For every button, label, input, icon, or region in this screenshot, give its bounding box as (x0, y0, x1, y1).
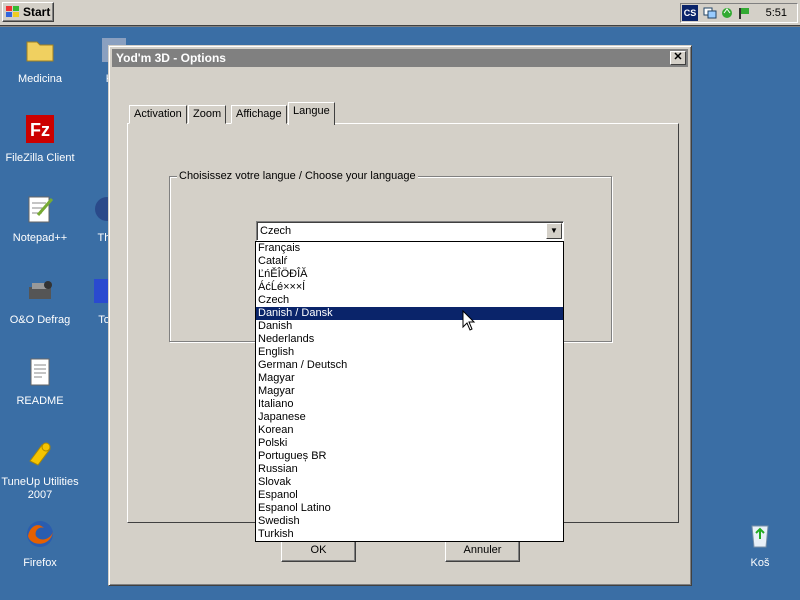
folder-icon (26, 41, 54, 62)
desktop-icon-recycle-bin[interactable]: Koš (720, 518, 800, 570)
combobox-value: Czech (260, 225, 292, 237)
dropdown-option[interactable]: Danish (256, 320, 563, 333)
desktop-icon-tuneup[interactable]: TuneUp Utilities 2007 (0, 437, 80, 502)
tab-langue[interactable]: Langue (288, 102, 335, 125)
desktop-icon-medicina[interactable]: Medicina (0, 34, 80, 86)
dropdown-option[interactable]: Japanese (256, 411, 563, 424)
dropdown-option[interactable]: Korean (256, 424, 563, 437)
taskbar: Start CS 5:51 (0, 0, 800, 27)
ok-button[interactable]: OK (281, 539, 356, 562)
clock[interactable]: 5:51 (766, 7, 787, 19)
close-icon: ✕ (673, 51, 683, 63)
language-combobox[interactable]: Czech ▼ (256, 221, 564, 241)
start-button[interactable]: Start (2, 2, 54, 22)
desktop-icon-label: Medicina (17, 73, 63, 85)
recycle-tray-icon[interactable] (720, 6, 734, 20)
dropdown-option[interactable]: Nederlands (256, 333, 563, 346)
dropdown-option[interactable]: Czech (256, 294, 563, 307)
desktop-icon-label: README (16, 395, 64, 407)
dropdown-option[interactable]: Swedish (256, 515, 563, 528)
desktop-icon-label: Koš (750, 557, 770, 569)
language-group-label: Choisissez votre langue / Choose your la… (177, 170, 418, 182)
desktop-icon-firefox[interactable]: Firefox (0, 518, 80, 570)
cancel-button[interactable]: Annuler (445, 539, 520, 562)
filezilla-icon: Fz (26, 115, 54, 143)
flag-tray-icon[interactable] (737, 6, 751, 20)
dropdown-option[interactable]: Polski (256, 437, 563, 450)
dropdown-option[interactable]: Catalŕ (256, 255, 563, 268)
desktop-icon-readme[interactable]: README (0, 356, 80, 408)
dropdown-option[interactable]: German / Deutsch (256, 359, 563, 372)
dropdown-option[interactable]: Français (256, 242, 563, 255)
dropdown-arrow-icon[interactable]: ▼ (546, 223, 562, 239)
dropdown-option[interactable]: Portugueș BR (256, 450, 563, 463)
desktop-icon-label: TuneUp Utilities 2007 (1, 476, 79, 501)
dropdown-option[interactable]: Slovak (256, 476, 563, 489)
desktop-icon-filezilla[interactable]: Fz FileZilla Client (0, 113, 80, 165)
desktop-icon-label: Firefox (23, 557, 57, 569)
svg-text:Fz: Fz (30, 120, 50, 140)
tab-zoom[interactable]: Zoom (188, 105, 227, 124)
dialog-title: Yod'm 3D - Options (116, 51, 226, 65)
system-tray: 5:51 (680, 3, 798, 23)
dropdown-option[interactable]: ĽńĚÎÖĐÎĂ (256, 268, 563, 281)
start-label: Start (23, 5, 51, 19)
dropdown-option[interactable]: Espanol (256, 489, 563, 502)
dialog-titlebar[interactable]: Yod'm 3D - Options ✕ (112, 49, 688, 67)
dropdown-option[interactable]: Espanol Latino (256, 502, 563, 515)
close-button[interactable]: ✕ (670, 51, 686, 65)
defrag-icon (29, 281, 52, 299)
tab-activation[interactable]: Activation (129, 105, 187, 124)
dropdown-option[interactable]: Magyar (256, 385, 563, 398)
mouse-cursor-icon (462, 310, 476, 331)
dropdown-option[interactable]: Russian (256, 463, 563, 476)
dropdown-option[interactable]: Turkish (256, 528, 563, 541)
dropdown-option[interactable]: Danish / Dansk (256, 307, 563, 320)
dropdown-option[interactable]: Italiano (256, 398, 563, 411)
windows-logo-icon (6, 6, 20, 18)
tab-affichage[interactable]: Affichage (231, 105, 287, 124)
recycle-bin-icon (751, 525, 769, 548)
tuneup-icon (29, 442, 51, 466)
dropdown-option[interactable]: Magyar (256, 372, 563, 385)
network-icon[interactable] (703, 6, 717, 20)
language-dropdown-list[interactable]: Français Catalŕ ĽńĚÎÖĐÎĂ ÁćĹé×××ĺ Czech Danis… (255, 241, 564, 542)
dropdown-option[interactable]: ÁćĹé×××ĺ (256, 281, 563, 294)
firefox-icon (27, 521, 53, 547)
desktop-icon-label: FileZilla Client (5, 152, 75, 164)
dropdown-option[interactable]: English (256, 346, 563, 359)
document-icon (30, 358, 50, 386)
notepad-icon (28, 196, 54, 223)
